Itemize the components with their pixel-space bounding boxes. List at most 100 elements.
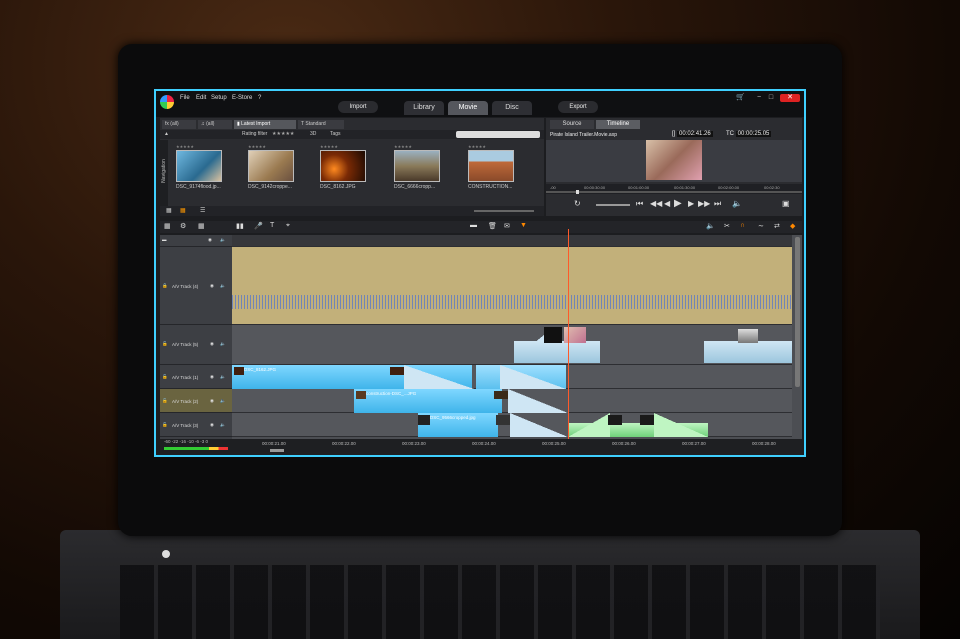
eye-icon[interactable]: ◉ [210,422,214,428]
maximize-button[interactable]: □ [766,94,776,102]
rating-filter-stars[interactable]: ★★★★★ [272,131,294,137]
timeline-scroll-thumb[interactable] [270,449,284,452]
video-clip[interactable]: construction-DSC_...JPG [354,389,502,413]
thumbnail-item[interactable]: ★★★★★ DSC_8162.JPG [320,144,380,194]
marker-icon[interactable]: ⌖ [286,222,290,230]
tab-audio-all[interactable]: ♫ (all) [198,120,232,129]
speaker-icon[interactable]: 🔈 [220,283,226,289]
thumbnail-item[interactable]: ★★★★★ CONSTRUCTION... [468,144,528,194]
pin-icon[interactable]: ▲ [164,131,169,137]
settings-icon[interactable]: ▦ [164,222,171,230]
tab-fx-all[interactable]: fx (all) [162,120,196,129]
speaker-icon[interactable]: 🔈 [220,341,226,347]
lane-track-5[interactable] [232,325,792,365]
preview-viewer[interactable] [546,140,802,182]
speaker-icon[interactable]: 🔈 [220,422,226,428]
track-header-4[interactable]: 🔒 A/V Track (4) ◉ 🔈 [160,247,232,325]
menu-edit[interactable]: Edit [196,95,206,101]
tab-movie[interactable]: Movie [448,101,488,115]
speaker-icon[interactable]: 🔈 [220,398,226,404]
video-clip[interactable]: DSC_9566cropped.jpg [418,413,498,437]
jog-wheel[interactable] [596,204,630,206]
export-button[interactable]: Export [558,101,598,113]
tab-disc[interactable]: Disc [492,101,532,115]
lock-icon[interactable]: 🔓 [162,422,168,428]
go-to-start-icon[interactable]: ⏮ [636,199,643,209]
film-icon[interactable]: ▬ [470,222,477,229]
tab-library[interactable]: Library [404,101,444,115]
track-header-2[interactable]: 🔓 A/V Track (2) ◉ 🔈 [160,389,232,413]
lane-track-2[interactable]: construction-DSC_...JPG [232,389,792,413]
menu-setup[interactable]: Setup [211,95,227,101]
frame-forward-icon[interactable]: ▶ [688,199,694,208]
tab-standard[interactable]: T Standard [298,120,344,129]
fullscreen-icon[interactable]: ▣ [782,199,790,208]
speaker-icon[interactable]: 🔈 [220,374,226,380]
minimize-button[interactable]: − [754,94,764,102]
snapshot-icon[interactable]: ✉ [504,222,510,230]
film-strip-icon[interactable]: ▬ [162,237,167,242]
speaker-icon[interactable]: 🔈 [706,222,715,230]
zoom-slider[interactable] [474,210,534,212]
play-icon[interactable]: ▶ [674,198,682,209]
toolbox-icon[interactable]: ⚙ [180,222,186,230]
playhead[interactable] [568,229,569,439]
track-header-1[interactable]: 🔓 A/V Track (1) ◉ 🔈 [160,365,232,389]
help-icon[interactable]: ? [258,95,261,101]
thumbnail-item[interactable]: ★★★★★ DSC_6666cropp... [394,144,454,194]
navigation-sidebar[interactable]: Navigation [160,140,168,206]
volume-keyframe-icon[interactable]: ◆ [790,222,795,230]
transition[interactable] [654,413,708,437]
cart-icon[interactable]: 🛒 [736,94,745,102]
magnet-icon[interactable]: ∩ [740,222,745,229]
video-clip[interactable] [704,341,792,363]
transition[interactable] [510,413,568,437]
timecode-value[interactable]: 00:00:25.05 [735,131,772,137]
library-panel-icon[interactable]: ▦ [166,207,172,214]
grid-view-icon[interactable]: ▦ [180,207,186,214]
step-back-icon[interactable]: ◀◀ [650,199,662,208]
speaker-icon[interactable]: 🔈 [220,237,226,243]
track-header-3[interactable]: 🔓 A/V Track (3) ◉ 🔈 [160,413,232,437]
eye-icon[interactable]: ◉ [208,237,212,243]
text-tool-icon[interactable]: T [270,222,274,229]
eye-icon[interactable]: ◉ [210,374,214,380]
microphone-icon[interactable]: 🎤 [254,222,263,230]
lock-icon[interactable]: 🔓 [162,374,168,380]
transition[interactable] [508,389,568,413]
thumbnail-item[interactable]: ★★★★★ DSC_9174flood.jp... [176,144,236,194]
go-to-end-icon[interactable]: ⏭ [714,199,721,209]
marker-add-icon[interactable]: ▼ [520,222,527,229]
zoom-icon[interactable]: ⇄ [774,222,780,230]
player-scrubber[interactable]: -00 00:00:30.00 00:01:00.00 00:01:30.00 … [546,184,802,194]
lock-icon[interactable]: 🔒 [162,283,168,289]
lock-icon[interactable]: 🔓 [162,341,168,347]
track-header-5[interactable]: 🔓 A/V Track (5) ◉ 🔈 [160,325,232,365]
lane-track-1[interactable]: DSC_8162.JPG [232,365,792,389]
search-input[interactable] [456,131,540,138]
menu-file[interactable]: File [180,95,190,101]
storyboard-icon[interactable]: ▦ [198,222,205,230]
audio-mixer-icon[interactable]: ▮▮ [236,222,244,230]
lock-icon[interactable]: 🔓 [162,398,168,404]
step-forward-icon[interactable]: ▶▶ [698,199,710,208]
lane-track-3[interactable]: DSC_9566cropped.jpg [232,413,792,437]
tab-source[interactable]: Source [550,120,594,129]
view-3d-toggle[interactable]: 3D [310,131,316,137]
scrub-handle[interactable] [576,190,579,194]
tab-timeline[interactable]: Timeline [596,120,640,129]
timeline-ruler[interactable]: -60 -22 -16 -10 -6 -3 0 00:00:21.00 00:0… [160,439,802,455]
ripple-icon[interactable]: ∼ [758,222,764,230]
thumbnail-item[interactable]: ★★★★★ DSC_9142croppe... [248,144,308,194]
delete-icon[interactable]: 🗑 [488,222,497,230]
eye-icon[interactable]: ◉ [210,341,214,347]
menu-estore[interactable]: E-Store [232,95,252,101]
list-view-icon[interactable]: ☰ [200,207,205,214]
tab-latest-import[interactable]: ▮ Latest Import [234,120,296,129]
eye-icon[interactable]: ◉ [210,283,214,289]
transition[interactable] [568,413,610,437]
loop-icon[interactable]: ↻ [574,199,581,208]
scissors-icon[interactable]: ✂ [724,222,730,230]
import-button[interactable]: Import [338,101,378,113]
frame-back-icon[interactable]: ◀ [664,199,670,208]
